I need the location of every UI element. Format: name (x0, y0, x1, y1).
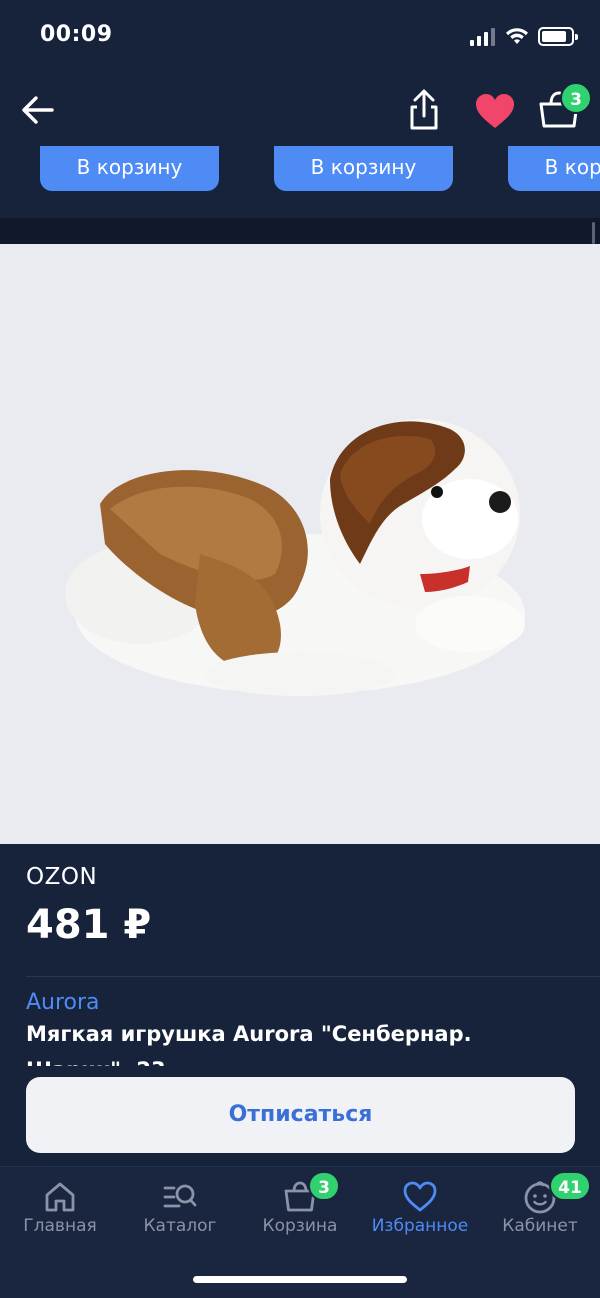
related-products-carousel[interactable]: В корзину В корзину В корзину (0, 146, 600, 218)
nav-label: Кабинет (502, 1216, 578, 1236)
home-indicator[interactable] (193, 1276, 407, 1283)
wifi-icon (506, 28, 528, 44)
nav-item-cart[interactable]: Корзина (240, 1167, 360, 1247)
favorite-heart-icon[interactable] (474, 92, 516, 130)
nav-label: Каталог (143, 1216, 217, 1236)
share-icon[interactable] (404, 88, 444, 132)
battery-icon (538, 27, 578, 46)
cart-nav-badge: 3 (308, 1171, 340, 1201)
cellular-signal-icon (470, 28, 496, 46)
nav-item-favorites[interactable]: Избранное (360, 1167, 480, 1247)
nav-label: Избранное (371, 1216, 469, 1236)
home-icon (45, 1182, 75, 1212)
unsubscribe-button[interactable]: Отписаться (26, 1077, 575, 1153)
section-divider (0, 218, 600, 244)
seller-name[interactable]: OZON (26, 864, 97, 890)
cart-count-badge: 3 (560, 82, 592, 114)
divider (26, 976, 600, 977)
nav-label: Главная (23, 1216, 97, 1236)
nav-label: Корзина (262, 1216, 338, 1236)
heart-icon (403, 1181, 437, 1212)
product-title[interactable]: Мягкая игрушка Aurora "Сенбернар. (26, 1022, 586, 1058)
status-bar: 00:09 (0, 0, 600, 74)
action-bar: Отписаться (0, 1066, 600, 1166)
add-to-cart-button[interactable]: В корзину (274, 146, 453, 191)
product-image[interactable] (0, 244, 600, 844)
product-price: 481 ₽ (26, 902, 152, 948)
brand-link[interactable]: Aurora (26, 990, 100, 1015)
status-time: 00:09 (40, 22, 113, 47)
add-to-cart-button[interactable]: В корзину (508, 146, 600, 191)
top-header (0, 74, 600, 148)
back-arrow-icon[interactable] (18, 90, 58, 130)
catalog-search-icon (163, 1184, 197, 1208)
account-nav-badge: 41 (549, 1171, 591, 1201)
nav-item-catalog[interactable]: Каталог (120, 1167, 240, 1247)
plush-dog-image (65, 419, 525, 696)
add-to-cart-button[interactable]: В корзину (40, 146, 219, 191)
nav-item-home[interactable]: Главная (0, 1167, 120, 1247)
scrollbar[interactable] (592, 222, 595, 244)
